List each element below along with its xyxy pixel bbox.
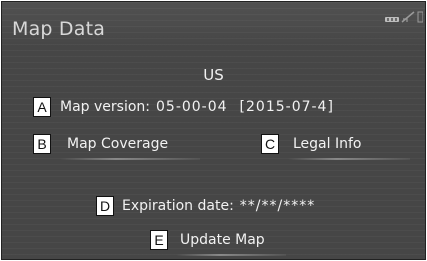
expiration-row: D Expiration date: **/**/**** [96, 196, 315, 216]
map-version-date: [2015-07-4] [239, 99, 334, 115]
callout-d: D [96, 196, 114, 216]
map-coverage-label: Map Coverage [67, 136, 169, 152]
button-underline [176, 254, 286, 256]
page-title: Map Data [12, 18, 106, 40]
status-bar [385, 8, 424, 27]
legal-info-row: C [261, 134, 279, 154]
callout-c: C [261, 134, 279, 154]
no-connection-icon [401, 8, 415, 27]
expiration-label: Expiration date: [122, 198, 234, 214]
edge-icon [417, 8, 424, 27]
legal-info-button[interactable]: Legal Info [288, 134, 410, 160]
map-coverage-button[interactable]: Map Coverage [60, 134, 200, 160]
map-version-row: A Map version: 05-00-04 [2015-07-4] [33, 97, 334, 117]
map-coverage-row: B [33, 134, 51, 154]
update-map-label: Update Map [180, 232, 265, 248]
button-underline [288, 158, 410, 160]
callout-a: A [33, 97, 51, 117]
region-label: US [203, 66, 224, 84]
expiration-value: **/**/**** [239, 198, 316, 214]
legal-info-label: Legal Info [293, 136, 362, 152]
button-underline [60, 158, 200, 160]
map-version-value: 05-00-04 [156, 99, 228, 115]
map-data-screen: Map Data US A Map version: 05-00-04 [201… [1, 1, 426, 260]
signal-icon [385, 8, 399, 27]
map-version-label: Map version: [60, 99, 150, 115]
update-map-row: E [150, 230, 168, 250]
callout-b: B [33, 134, 51, 154]
update-map-button[interactable]: Update Map [176, 230, 286, 256]
callout-e: E [150, 230, 168, 250]
